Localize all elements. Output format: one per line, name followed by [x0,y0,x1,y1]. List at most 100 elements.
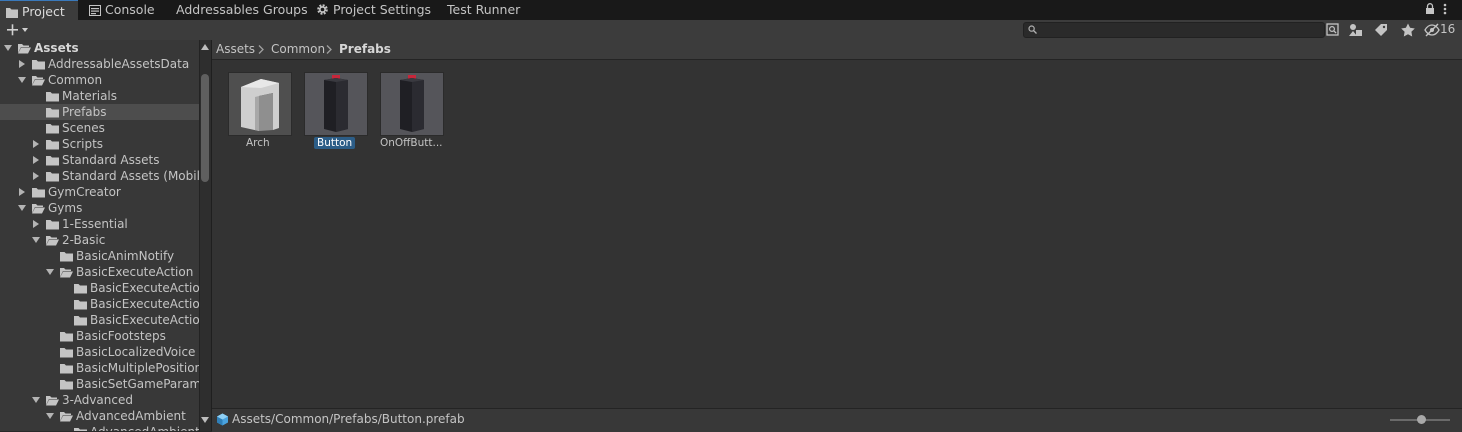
tree-row[interactable]: Gyms [0,200,200,216]
open-folder-icon [60,412,73,422]
open-folder-icon [32,76,45,86]
expanded-arrow-icon[interactable] [46,412,54,420]
expanded-arrow-icon[interactable] [46,268,54,276]
asset-tile-onoffbutton[interactable]: OnOffButt... [380,72,444,152]
open-folder-icon [32,204,45,214]
tree-row-label: BasicAnimNotify [76,249,175,263]
asset-label: Button [314,137,356,149]
tree-row[interactable]: AdvancedAmbientF [0,424,200,431]
plus-dropdown-icon [7,24,28,36]
tree-row[interactable]: BasicSetGameParame [0,376,200,392]
tree-row[interactable]: 3-Advanced [0,392,200,408]
prefab-cube-icon [217,413,228,426]
expanded-arrow-icon[interactable] [4,44,12,52]
collapsed-arrow-icon[interactable] [18,60,26,68]
expanded-arrow-icon[interactable] [32,236,40,244]
hidden-packages-eye-icon[interactable] [1424,22,1440,38]
tree-row[interactable]: Assets [0,40,200,56]
tree-row[interactable]: BasicExecuteActior [0,280,200,296]
filter-by-type-icon[interactable] [1347,22,1365,38]
collapsed-arrow-icon[interactable] [32,172,40,180]
tree-row-label: Standard Assets (Mobile [62,169,200,183]
tree-row-label: Gyms [48,201,83,215]
tree-row[interactable]: BasicMultiplePosition [0,360,200,376]
tree-row[interactable]: BasicExecuteActior [0,312,200,328]
expanded-arrow-icon[interactable] [18,204,26,212]
tree-row[interactable]: Standard Assets [0,152,200,168]
folder-icon [46,156,59,166]
tab-console[interactable]: Console [89,0,155,20]
search-icon [1028,25,1037,34]
tree-row[interactable]: 1-Essential [0,216,200,232]
tree-row[interactable]: Standard Assets (Mobile [0,168,200,184]
tree-row[interactable]: BasicFootsteps [0,328,200,344]
hidden-packages-count: 16 [1440,22,1456,36]
tree-row[interactable]: 2-Basic [0,232,200,248]
folder-icon [6,8,18,18]
open-folder-icon [60,268,73,278]
label-tag-icon[interactable] [1372,22,1390,38]
folder-icon [74,284,87,294]
tree-row[interactable]: AddressableAssetsData [0,56,200,72]
folder-icon [60,348,73,358]
tree-row-label: Materials [62,89,118,103]
expanded-arrow-icon[interactable] [18,76,26,84]
folder-icon [46,220,59,230]
tree-row[interactable]: Common [0,72,200,88]
create-button[interactable] [4,21,34,39]
folder-icon [46,140,59,150]
search-input[interactable] [1042,23,1312,38]
scroll-up-arrow-icon[interactable] [201,44,209,50]
tree-row[interactable]: Scripts [0,136,200,152]
tree-row[interactable]: Prefabs [0,104,200,120]
tab-project[interactable]: Project [0,0,78,20]
tab-project-settings[interactable]: Project Settings [316,0,431,20]
asset-grid: Arch Button OnOffButt... [212,60,1462,408]
tree-row[interactable]: BasicExecuteActior [0,296,200,312]
search-field[interactable] [1023,22,1325,38]
collapsed-arrow-icon[interactable] [32,220,40,228]
breadcrumb-item-common[interactable]: Common [271,40,325,59]
asset-thumbnail [228,72,292,136]
tree-row-label: BasicFootsteps [76,329,166,343]
breadcrumb-item-assets[interactable]: Assets [216,40,255,59]
tree-row[interactable]: GymCreator [0,184,200,200]
kebab-menu-icon[interactable] [1443,3,1447,15]
tree-row-label: AdvancedAmbientF [90,424,200,431]
tree-row[interactable]: Materials [0,88,200,104]
tree-row-label: Scenes [62,121,105,135]
asset-tile-button[interactable]: Button [304,72,368,152]
search-by-type-icon[interactable] [1324,22,1342,38]
folder-icon [74,428,87,431]
tab-addressables-groups[interactable]: Addressables Groups [176,0,308,20]
lock-icon[interactable] [1425,3,1435,15]
open-folder-icon [18,44,31,54]
tree-row-label: AdvancedAmbient [76,409,186,423]
breadcrumb-item-prefabs[interactable]: Prefabs [339,40,391,59]
tree-row-label: BasicExecuteAction [76,265,194,279]
asset-label: OnOffButt... [380,137,443,149]
tree-row[interactable]: AdvancedAmbient [0,408,200,424]
tree-row[interactable]: BasicLocalizedVoice [0,344,200,360]
tree-row[interactable]: BasicAnimNotify [0,248,200,264]
collapsed-arrow-icon[interactable] [18,188,26,196]
tree-row[interactable]: Scenes [0,120,200,136]
arch-prefab-icon [241,79,279,131]
collapsed-arrow-icon[interactable] [32,140,40,148]
chevron-right-icon [326,45,332,54]
tree-row-label: BasicExecuteActior [90,281,200,295]
collapsed-arrow-icon[interactable] [32,156,40,164]
scroll-down-arrow-icon[interactable] [201,417,209,423]
asset-tile-arch[interactable]: Arch [228,72,292,152]
tree-row[interactable]: BasicExecuteAction [0,264,200,280]
open-folder-icon [46,236,59,246]
tree-row-label: GymCreator [48,185,121,199]
favorite-star-icon[interactable] [1399,22,1417,38]
tree-row-label: BasicMultiplePosition [76,361,200,375]
chevron-right-icon [258,45,264,54]
gear-icon [317,4,328,15]
tree-scrollbar-thumb[interactable] [201,74,209,182]
expanded-arrow-icon[interactable] [32,396,40,404]
thumbnail-size-slider-handle[interactable] [1417,415,1426,424]
tab-test-runner[interactable]: Test Runner [447,0,520,20]
